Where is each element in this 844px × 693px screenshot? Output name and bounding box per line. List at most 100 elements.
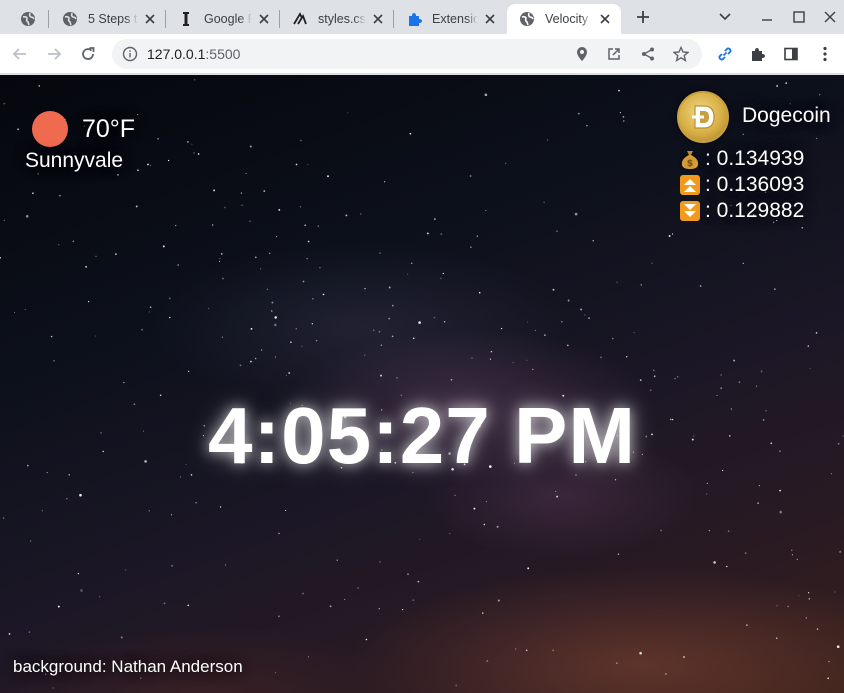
star <box>412 599 415 601</box>
address-bar[interactable]: 127.0.0.1:5500 <box>112 39 702 69</box>
star <box>775 637 778 640</box>
close-icon[interactable] <box>256 11 272 27</box>
menu-button[interactable] <box>813 42 837 66</box>
star <box>141 328 144 331</box>
star <box>24 309 26 311</box>
star <box>365 638 368 641</box>
coin-name: Dogecoin <box>742 104 831 127</box>
star <box>469 175 472 177</box>
close-icon[interactable] <box>597 11 613 27</box>
bookmark-star-icon[interactable] <box>672 45 690 63</box>
star <box>742 262 745 265</box>
star <box>254 256 257 259</box>
star <box>742 133 744 135</box>
star <box>391 335 394 338</box>
star <box>442 272 444 275</box>
star <box>525 649 528 652</box>
star <box>726 565 728 568</box>
tab-6-active[interactable]: Velocity <box>507 4 621 34</box>
tab-1[interactable] <box>6 4 50 34</box>
location-icon[interactable] <box>573 45 591 63</box>
star <box>32 192 34 195</box>
star <box>489 358 492 360</box>
star <box>588 317 590 319</box>
star <box>744 552 747 555</box>
star <box>401 608 404 611</box>
background-credit: background: Nathan Anderson <box>13 657 243 676</box>
reload-button[interactable] <box>76 42 100 66</box>
star <box>276 236 278 238</box>
star <box>484 93 488 97</box>
back-button[interactable] <box>8 42 32 66</box>
star <box>245 172 247 175</box>
star <box>779 510 782 514</box>
star <box>261 349 263 351</box>
minimize-icon <box>762 19 772 21</box>
maximize-button[interactable] <box>787 6 811 28</box>
star <box>307 164 309 166</box>
star <box>625 356 628 358</box>
tab-2[interactable]: 5 Steps to <box>50 4 166 34</box>
star <box>274 356 276 358</box>
close-window-button[interactable] <box>818 6 842 28</box>
star <box>544 334 546 336</box>
close-icon[interactable] <box>370 11 386 27</box>
new-tab-button[interactable] <box>631 6 655 28</box>
star <box>25 215 29 218</box>
star <box>677 376 679 378</box>
side-panel-button[interactable] <box>779 42 803 66</box>
star <box>278 208 281 211</box>
star <box>271 301 274 304</box>
star <box>760 370 763 373</box>
forward-button[interactable] <box>42 42 66 66</box>
code-icon <box>292 11 308 27</box>
star <box>17 128 20 131</box>
star <box>418 321 421 324</box>
star <box>500 327 503 330</box>
star <box>99 596 101 598</box>
extensions-button[interactable] <box>746 42 770 66</box>
star <box>266 288 269 291</box>
star <box>240 192 243 194</box>
star <box>117 173 119 176</box>
star <box>288 372 291 374</box>
globe-icon <box>519 11 535 27</box>
star <box>733 359 736 362</box>
tab-5[interactable]: Extensions <box>394 4 506 34</box>
tab-search-button[interactable] <box>713 6 737 28</box>
star <box>836 645 840 648</box>
star <box>208 307 210 310</box>
star <box>77 572 80 575</box>
star <box>30 540 32 542</box>
star <box>440 277 442 280</box>
high-price: : 0.136093 <box>705 173 805 196</box>
puzzle-icon <box>406 11 422 27</box>
star <box>407 273 409 275</box>
star <box>224 206 226 209</box>
down-arrows-icon <box>678 199 702 223</box>
link-extension-button[interactable] <box>713 42 737 66</box>
tab-title: 5 Steps to <box>88 12 138 26</box>
close-icon[interactable] <box>482 11 498 27</box>
globe-icon <box>62 11 78 27</box>
minimize-button[interactable] <box>755 6 779 28</box>
star <box>791 549 793 551</box>
current-price: : 0.134939 <box>705 147 805 170</box>
star <box>299 206 302 208</box>
star <box>555 490 557 492</box>
star <box>193 152 195 154</box>
tab-title: styles.css <box>318 12 366 26</box>
star <box>808 598 811 600</box>
share-icon[interactable] <box>639 45 657 63</box>
star <box>0 257 1 259</box>
star <box>302 280 305 283</box>
star <box>38 85 41 87</box>
star <box>580 308 583 311</box>
tab-4[interactable]: styles.css <box>280 4 394 34</box>
star <box>668 235 671 237</box>
star <box>566 344 569 347</box>
open-in-app-icon[interactable] <box>605 45 623 63</box>
close-icon[interactable] <box>142 11 158 27</box>
star <box>779 489 781 492</box>
tab-3[interactable]: Google Fonts <box>166 4 280 34</box>
